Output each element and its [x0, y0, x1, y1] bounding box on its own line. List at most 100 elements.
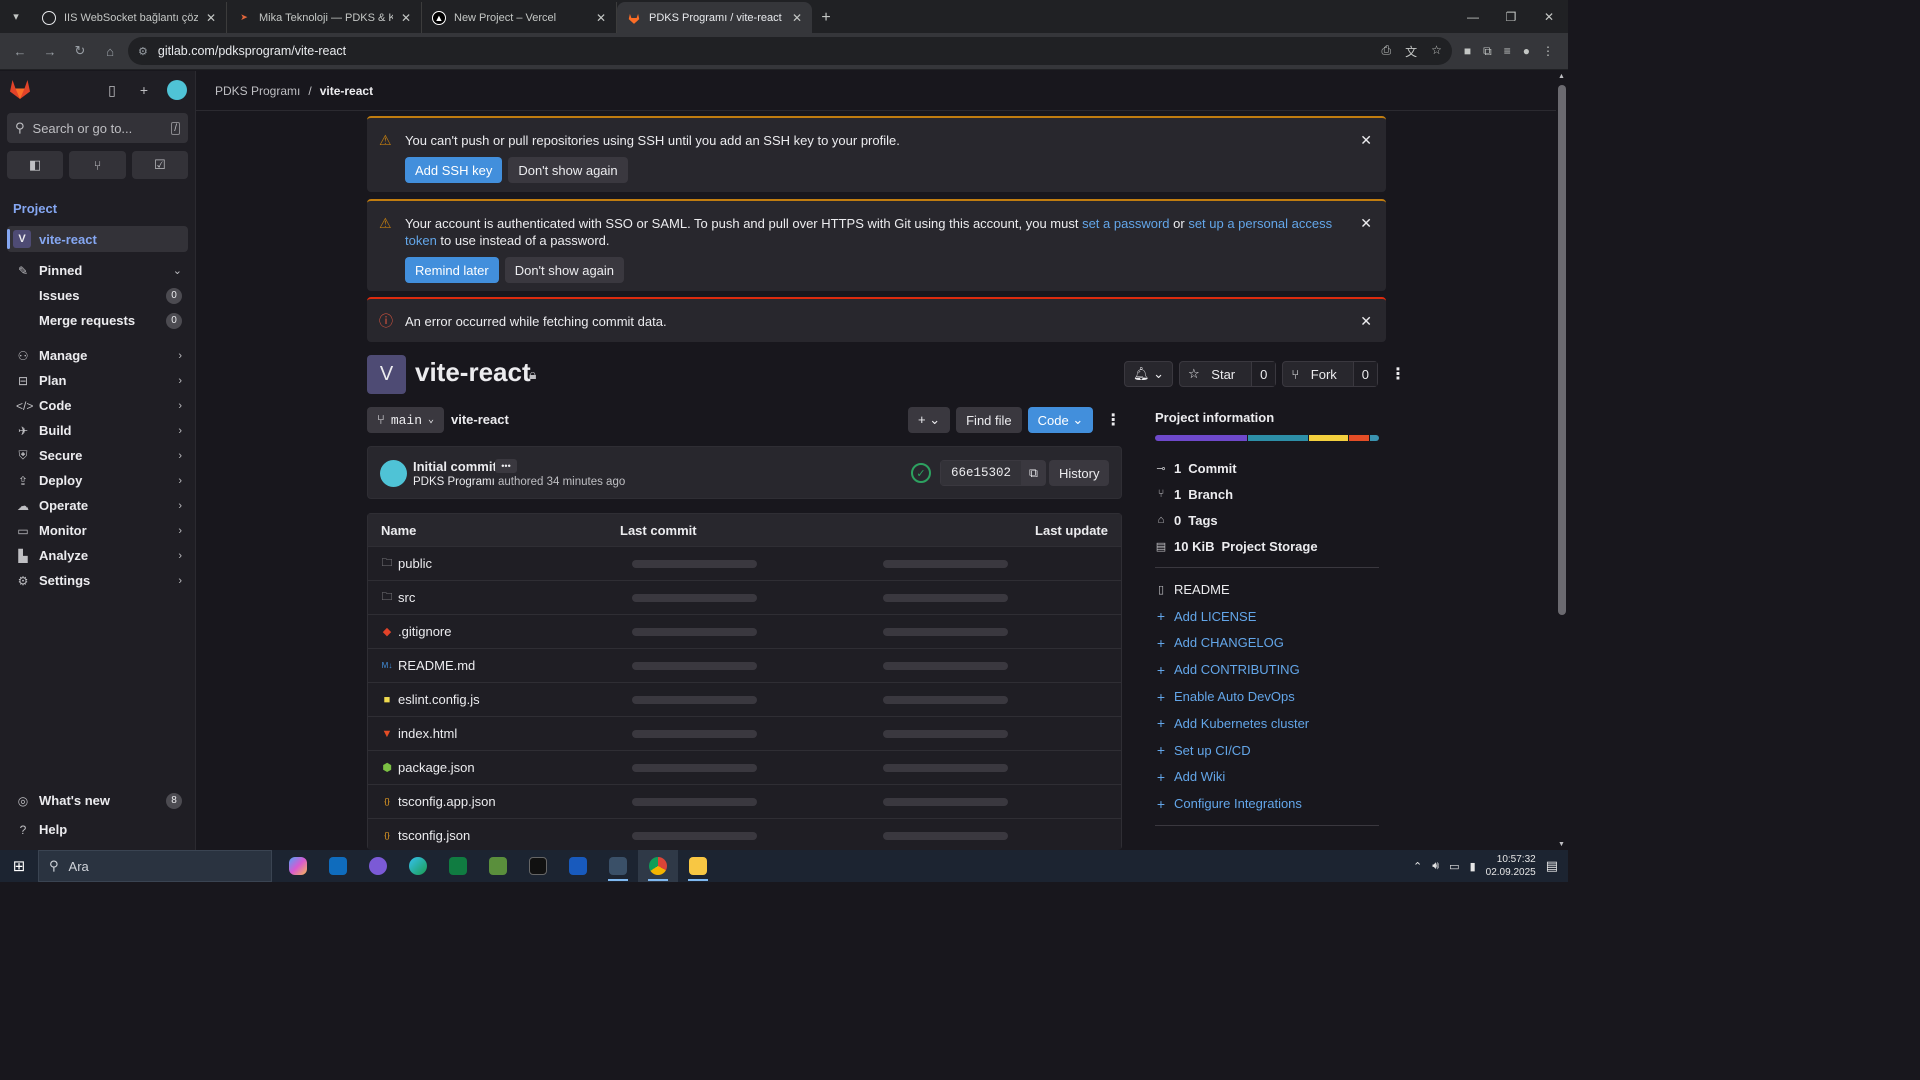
- browser-tab-active[interactable]: PDKS Programı / vite-react · GitLab ✕: [617, 2, 812, 33]
- gitlab-logo-icon[interactable]: [8, 77, 32, 104]
- stat-storage[interactable]: ▤ 10 KiB Project Storage: [1155, 533, 1379, 559]
- browser-tab[interactable]: IIS WebSocket bağlantı çözümü ✕: [32, 2, 227, 33]
- repository-language-bar[interactable]: [1155, 435, 1379, 441]
- excel-app-icon[interactable]: [438, 850, 478, 882]
- minimize-icon[interactable]: —: [1454, 0, 1492, 33]
- copy-icon[interactable]: ⧉: [1021, 461, 1045, 485]
- breadcrumb-project-link[interactable]: vite-react: [320, 84, 373, 98]
- user-avatar[interactable]: [167, 80, 187, 100]
- calculator-app-icon[interactable]: [598, 850, 638, 882]
- file-name-cell[interactable]: 🗀 public: [368, 554, 620, 573]
- stat-tags[interactable]: ⌂ 0 Tags: [1155, 507, 1379, 533]
- star-button[interactable]: ☆ Star 0: [1179, 361, 1277, 387]
- file-name-cell[interactable]: {} tsconfig.json: [368, 828, 620, 843]
- network-app-icon[interactable]: [478, 850, 518, 882]
- table-row[interactable]: ◆ .gitignore: [367, 615, 1122, 649]
- sidebar-item-secure[interactable]: ⛨ Secure ›: [0, 443, 195, 468]
- commit-title[interactable]: Initial commit: [413, 459, 497, 474]
- table-row[interactable]: ⬢ package.json: [367, 751, 1122, 785]
- notifications-dropdown[interactable]: 🔔︎ ⌄: [1124, 361, 1174, 387]
- sidebar-item-operate[interactable]: ☁ Operate ›: [0, 493, 195, 518]
- language-segment[interactable]: [1308, 435, 1349, 441]
- page-scrollbar[interactable]: ▲ ▼: [1556, 71, 1568, 850]
- close-tab-icon[interactable]: ✕: [401, 11, 411, 25]
- project-info-link[interactable]: + Add Wiki: [1155, 764, 1379, 791]
- file-name[interactable]: tsconfig.json: [398, 828, 470, 843]
- sidebar-item-merge-requests[interactable]: Merge requests 0: [0, 308, 195, 333]
- add-ssh-key-button[interactable]: Add SSH key: [405, 157, 503, 183]
- remind-later-button[interactable]: Remind later: [405, 257, 499, 283]
- network-icon[interactable]: ▭: [1449, 860, 1459, 873]
- clock[interactable]: 10:57:32 02.09.2025: [1486, 853, 1536, 879]
- close-tab-icon[interactable]: ✕: [206, 11, 216, 25]
- bookmark-star-icon[interactable]: ☆: [1431, 43, 1442, 60]
- close-icon[interactable]: ✕: [1360, 215, 1372, 232]
- add-dropdown-button[interactable]: + ⌄: [908, 407, 951, 433]
- file-name-cell[interactable]: 🗀 src: [368, 588, 620, 607]
- sidebar-item-issues[interactable]: Issues 0: [0, 283, 195, 308]
- branch-selector[interactable]: ⑂ main ⌄: [367, 407, 445, 433]
- translate-icon[interactable]: 文: [1405, 43, 1417, 60]
- chrome-app-icon[interactable]: [638, 850, 678, 882]
- table-row[interactable]: M↓ README.md: [367, 649, 1122, 683]
- file-name[interactable]: tsconfig.app.json: [398, 794, 496, 809]
- dont-show-again-button[interactable]: Don't show again: [504, 257, 625, 283]
- table-row[interactable]: {} tsconfig.json: [367, 819, 1122, 850]
- battery-icon[interactable]: ▮: [1470, 860, 1476, 873]
- table-row[interactable]: {} tsconfig.app.json: [367, 785, 1122, 819]
- language-segment[interactable]: [1155, 435, 1248, 441]
- issues-shortcut-button[interactable]: ◧: [7, 151, 64, 179]
- file-name-cell[interactable]: M↓ README.md: [368, 658, 620, 673]
- project-info-link[interactable]: + Add LICENSE: [1155, 603, 1379, 630]
- pipeline-passed-icon[interactable]: ✓: [911, 463, 931, 483]
- code-dropdown-button[interactable]: Code ⌄: [1027, 407, 1094, 433]
- table-row[interactable]: ▼ index.html: [367, 717, 1122, 751]
- copilot-app-icon[interactable]: [278, 850, 318, 882]
- dont-show-again-button[interactable]: Don't show again: [508, 157, 628, 183]
- tab-search-chevron-icon[interactable]: ▾: [0, 0, 32, 33]
- site-info-icon[interactable]: ⚙: [138, 45, 148, 58]
- todos-shortcut-button[interactable]: ☑: [131, 151, 188, 179]
- table-row[interactable]: 🗀 public: [367, 547, 1122, 581]
- file-name[interactable]: README.md: [398, 658, 475, 673]
- close-window-icon[interactable]: ✕: [1530, 0, 1568, 33]
- table-row[interactable]: ■ eslint.config.js: [367, 683, 1122, 717]
- file-name[interactable]: eslint.config.js: [398, 692, 480, 707]
- volume-icon[interactable]: 🔊︎: [1432, 860, 1439, 873]
- merge-requests-shortcut-button[interactable]: ⑂: [69, 151, 126, 179]
- commit-author[interactable]: PDKS Programı: [413, 476, 495, 488]
- more-actions-icon[interactable]: ⋮: [1388, 364, 1408, 384]
- history-button[interactable]: History: [1049, 460, 1110, 486]
- sidebar-item-deploy[interactable]: ⇪ Deploy ›: [0, 468, 195, 493]
- project-info-link[interactable]: + Enable Auto DevOps: [1155, 683, 1379, 710]
- back-arrow-icon[interactable]: ←: [8, 39, 32, 63]
- repo-path[interactable]: vite-react: [451, 412, 509, 427]
- language-segment[interactable]: [1370, 435, 1379, 441]
- browser-tab[interactable]: ➤ Mika Teknoloji — PDKS & Kartlı ✕: [227, 2, 422, 33]
- sidebar-item-help[interactable]: ? Help: [0, 815, 195, 844]
- create-new-plus-icon[interactable]: +: [135, 82, 153, 98]
- outlook-app-icon[interactable]: [318, 850, 358, 882]
- project-info-link[interactable]: + Set up CI/CD: [1155, 737, 1379, 764]
- project-info-link[interactable]: + Add CONTRIBUTING: [1155, 656, 1379, 683]
- file-name[interactable]: src: [398, 590, 415, 605]
- close-icon[interactable]: ✕: [1360, 313, 1372, 330]
- stat-branches[interactable]: ⑂ 1 Branch: [1155, 481, 1379, 507]
- file-name-cell[interactable]: ▼ index.html: [368, 726, 620, 741]
- file-name-cell[interactable]: ⬢ package.json: [368, 760, 620, 775]
- sidebar-item-manage[interactable]: ⚇ Manage ›: [0, 343, 195, 368]
- taskbar-search-input[interactable]: ⚲ Ara: [38, 850, 272, 882]
- word-app-icon[interactable]: [558, 850, 598, 882]
- close-tab-icon[interactable]: ✕: [792, 11, 802, 25]
- browser-menu-icon[interactable]: ⋮: [1542, 44, 1554, 59]
- home-icon[interactable]: ⌂: [98, 39, 122, 63]
- edge-app-icon[interactable]: [398, 850, 438, 882]
- sidebar-item-settings[interactable]: ⚙ Settings ›: [0, 568, 195, 593]
- file-name-cell[interactable]: {} tsconfig.app.json: [368, 794, 620, 809]
- scroll-up-arrow-icon[interactable]: ▲: [1558, 73, 1565, 80]
- commit-sha[interactable]: 66e15302: [941, 461, 1022, 485]
- chat-app-icon[interactable]: [358, 850, 398, 882]
- file-name[interactable]: public: [398, 556, 432, 571]
- sidebar-item-plan[interactable]: ⊟ Plan ›: [0, 368, 195, 393]
- author-avatar[interactable]: [380, 460, 407, 487]
